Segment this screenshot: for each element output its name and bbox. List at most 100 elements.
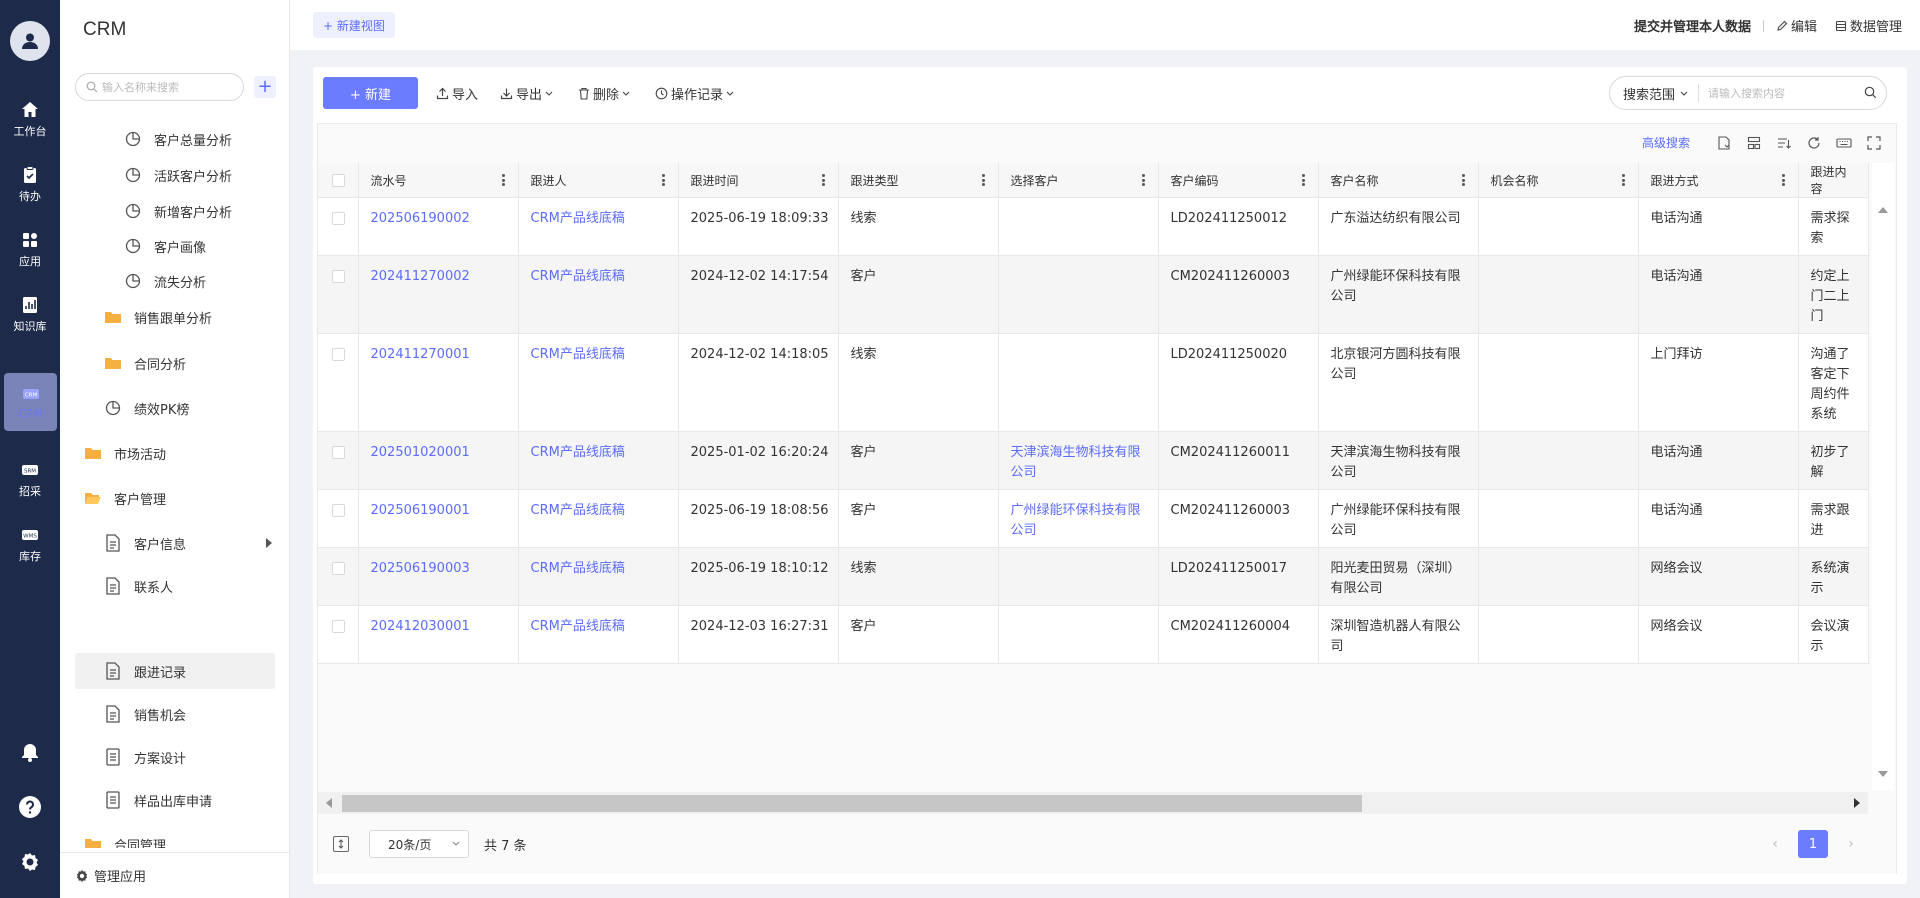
refresh-icon[interactable]: [1806, 135, 1822, 151]
settings-gear-icon[interactable]: [18, 850, 42, 874]
next-page-icon[interactable]: ›: [1836, 830, 1866, 858]
edit-button[interactable]: 编辑: [1776, 16, 1817, 35]
rail-item-inventory[interactable]: WMS 库存: [0, 515, 60, 573]
serial-number-cell[interactable]: 202506190003: [358, 547, 519, 606]
sidebar-item-new-customer-analysis[interactable]: 新增客户分析: [124, 193, 284, 229]
data-manage-button[interactable]: 数据管理: [1835, 16, 1902, 35]
new-record-button[interactable]: + 新建: [323, 77, 418, 109]
scroll-left-arrow-icon[interactable]: [326, 798, 332, 808]
manage-app-button[interactable]: 管理应用: [60, 852, 290, 898]
keyboard-icon[interactable]: [1836, 135, 1852, 151]
follower-cell[interactable]: CRM产品线底稿: [518, 255, 679, 334]
column-header[interactable]: 客户名称: [1318, 163, 1479, 198]
column-header[interactable]: 客户编码: [1158, 163, 1319, 198]
column-menu-icon[interactable]: [1781, 174, 1785, 186]
sidebar-item-customer-management[interactable]: 客户管理: [84, 480, 284, 516]
row-checkbox[interactable]: [332, 270, 345, 283]
serial-number-cell[interactable]: 202506190002: [358, 197, 519, 256]
rail-item-apps[interactable]: 应用: [0, 220, 60, 278]
operation-log-button[interactable]: 操作记录: [655, 84, 737, 103]
sidebar-item-customer-total-analysis[interactable]: 客户总量分析: [124, 122, 284, 157]
column-header[interactable]: 机会名称: [1478, 163, 1639, 198]
column-header[interactable]: 跟进方式: [1638, 163, 1799, 198]
layout-icon[interactable]: [1746, 135, 1762, 151]
table-row[interactable]: 202506190001 CRM产品线底稿 2025-06-19 18:08:56 客…: [318, 489, 1869, 548]
sidebar-item-follow-up-records[interactable]: 跟进记录: [75, 653, 275, 689]
table-row[interactable]: 202501020001 CRM产品线底稿 2025-01-02 16:20:24 客…: [318, 431, 1869, 490]
advanced-search-link[interactable]: 高级搜索: [1642, 134, 1690, 151]
row-checkbox[interactable]: [332, 212, 345, 225]
rail-item-procurement[interactable]: SRM 招采: [0, 450, 60, 508]
column-header[interactable]: 跟进时间: [678, 163, 839, 198]
sidebar-search-input[interactable]: 输入名称来搜索: [75, 73, 244, 101]
scrollbar-thumb[interactable]: [342, 795, 1362, 812]
column-menu-icon[interactable]: [661, 174, 665, 186]
selected-customer-cell[interactable]: [998, 605, 1159, 664]
sidebar-item-churn-analysis[interactable]: 流失分析: [124, 263, 284, 299]
import-button[interactable]: 导入: [436, 84, 478, 103]
table-row[interactable]: 202506190003 CRM产品线底稿 2025-06-19 18:10:12 线…: [318, 547, 1869, 606]
follower-cell[interactable]: CRM产品线底稿: [518, 605, 679, 664]
sidebar-item-contacts[interactable]: 联系人: [104, 568, 284, 604]
sidebar-item-active-customer-analysis[interactable]: 活跃客户分析: [124, 157, 284, 193]
search-input[interactable]: [1708, 86, 1849, 100]
scroll-down-arrow-icon[interactable]: [1878, 771, 1888, 777]
column-menu-icon[interactable]: [1461, 174, 1465, 186]
column-menu-icon[interactable]: [981, 174, 985, 186]
selected-customer-cell[interactable]: [998, 197, 1159, 256]
prev-page-icon[interactable]: ‹: [1760, 830, 1790, 858]
column-header[interactable]: 跟进内容: [1798, 163, 1869, 198]
delete-button[interactable]: 删除: [578, 84, 633, 103]
serial-number-cell[interactable]: 202412030001: [358, 605, 519, 664]
notification-bell-icon[interactable]: [18, 740, 42, 764]
table-row[interactable]: 202506190002 CRM产品线底稿 2025-06-19 18:09:33 线…: [318, 197, 1869, 256]
sidebar-add-button[interactable]: +: [254, 76, 276, 98]
sidebar-item-performance-pk[interactable]: 绩效PK榜: [104, 390, 284, 426]
sort-icon[interactable]: [1776, 135, 1792, 151]
scroll-up-arrow-icon[interactable]: [1878, 207, 1888, 213]
page-number-current[interactable]: 1: [1798, 830, 1828, 858]
fullscreen-icon[interactable]: [1866, 135, 1882, 151]
table-row[interactable]: 202411270002 CRM产品线底稿 2024-12-02 14:17:54 客…: [318, 255, 1869, 334]
column-header[interactable]: 流水号: [358, 163, 519, 198]
row-checkbox[interactable]: [332, 504, 345, 517]
follower-cell[interactable]: CRM产品线底稿: [518, 197, 679, 256]
serial-number-cell[interactable]: 202506190001: [358, 489, 519, 548]
search-icon[interactable]: [1864, 86, 1877, 99]
selected-customer-cell[interactable]: 天津滨海生物科技有限公司: [998, 431, 1159, 490]
selected-customer-cell[interactable]: [998, 547, 1159, 606]
table-row[interactable]: 202412030001 CRM产品线底稿 2024-12-03 16:27:31 客…: [318, 605, 1869, 664]
column-menu-icon[interactable]: [501, 174, 505, 186]
serial-number-cell[interactable]: 202501020001: [358, 431, 519, 490]
search-scope-select[interactable]: 搜索范围: [1610, 84, 1700, 103]
column-menu-icon[interactable]: [1141, 174, 1145, 186]
export-button[interactable]: 导出: [500, 84, 556, 103]
row-checkbox[interactable]: [332, 620, 345, 633]
sidebar-item-sample-request[interactable]: 样品出库申请: [104, 782, 284, 818]
scroll-right-arrow-icon[interactable]: [1854, 798, 1860, 808]
horizontal-scrollbar[interactable]: [318, 792, 1868, 814]
row-checkbox[interactable]: [332, 348, 345, 361]
sidebar-item-customer-portrait[interactable]: 客户画像: [124, 228, 284, 264]
filter-doc-icon[interactable]: [1716, 135, 1732, 151]
sidebar-item-sales-opportunity[interactable]: 销售机会: [104, 696, 284, 732]
sidebar-item-contract-analysis[interactable]: 合同分析: [104, 345, 284, 381]
sidebar-item-sales-tracking-analysis[interactable]: 销售跟单分析: [104, 299, 284, 335]
vertical-scrollbar[interactable]: [1872, 163, 1894, 790]
serial-number-cell[interactable]: 202411270002: [358, 255, 519, 334]
row-height-toggle-icon[interactable]: [333, 836, 349, 852]
follower-cell[interactable]: CRM产品线底稿: [518, 431, 679, 490]
select-all-checkbox[interactable]: [332, 173, 345, 187]
rail-item-workbench[interactable]: 工作台: [0, 90, 60, 148]
selected-customer-cell[interactable]: [998, 255, 1159, 334]
selected-customer-cell[interactable]: 广州绿能环保科技有限公司: [998, 489, 1159, 548]
column-menu-icon[interactable]: [1621, 174, 1625, 186]
new-view-button[interactable]: + 新建视图: [313, 12, 395, 38]
submit-manage-data-button[interactable]: 提交并管理本人数据: [1634, 16, 1751, 35]
sidebar-item-marketing[interactable]: 市场活动: [84, 435, 284, 471]
expand-caret-icon[interactable]: [266, 538, 272, 548]
column-menu-icon[interactable]: [821, 174, 825, 186]
selected-customer-cell[interactable]: [998, 333, 1159, 432]
rail-item-crm[interactable]: CRM CRM: [4, 373, 57, 431]
sidebar-item-customer-info[interactable]: 客户信息: [104, 525, 284, 561]
